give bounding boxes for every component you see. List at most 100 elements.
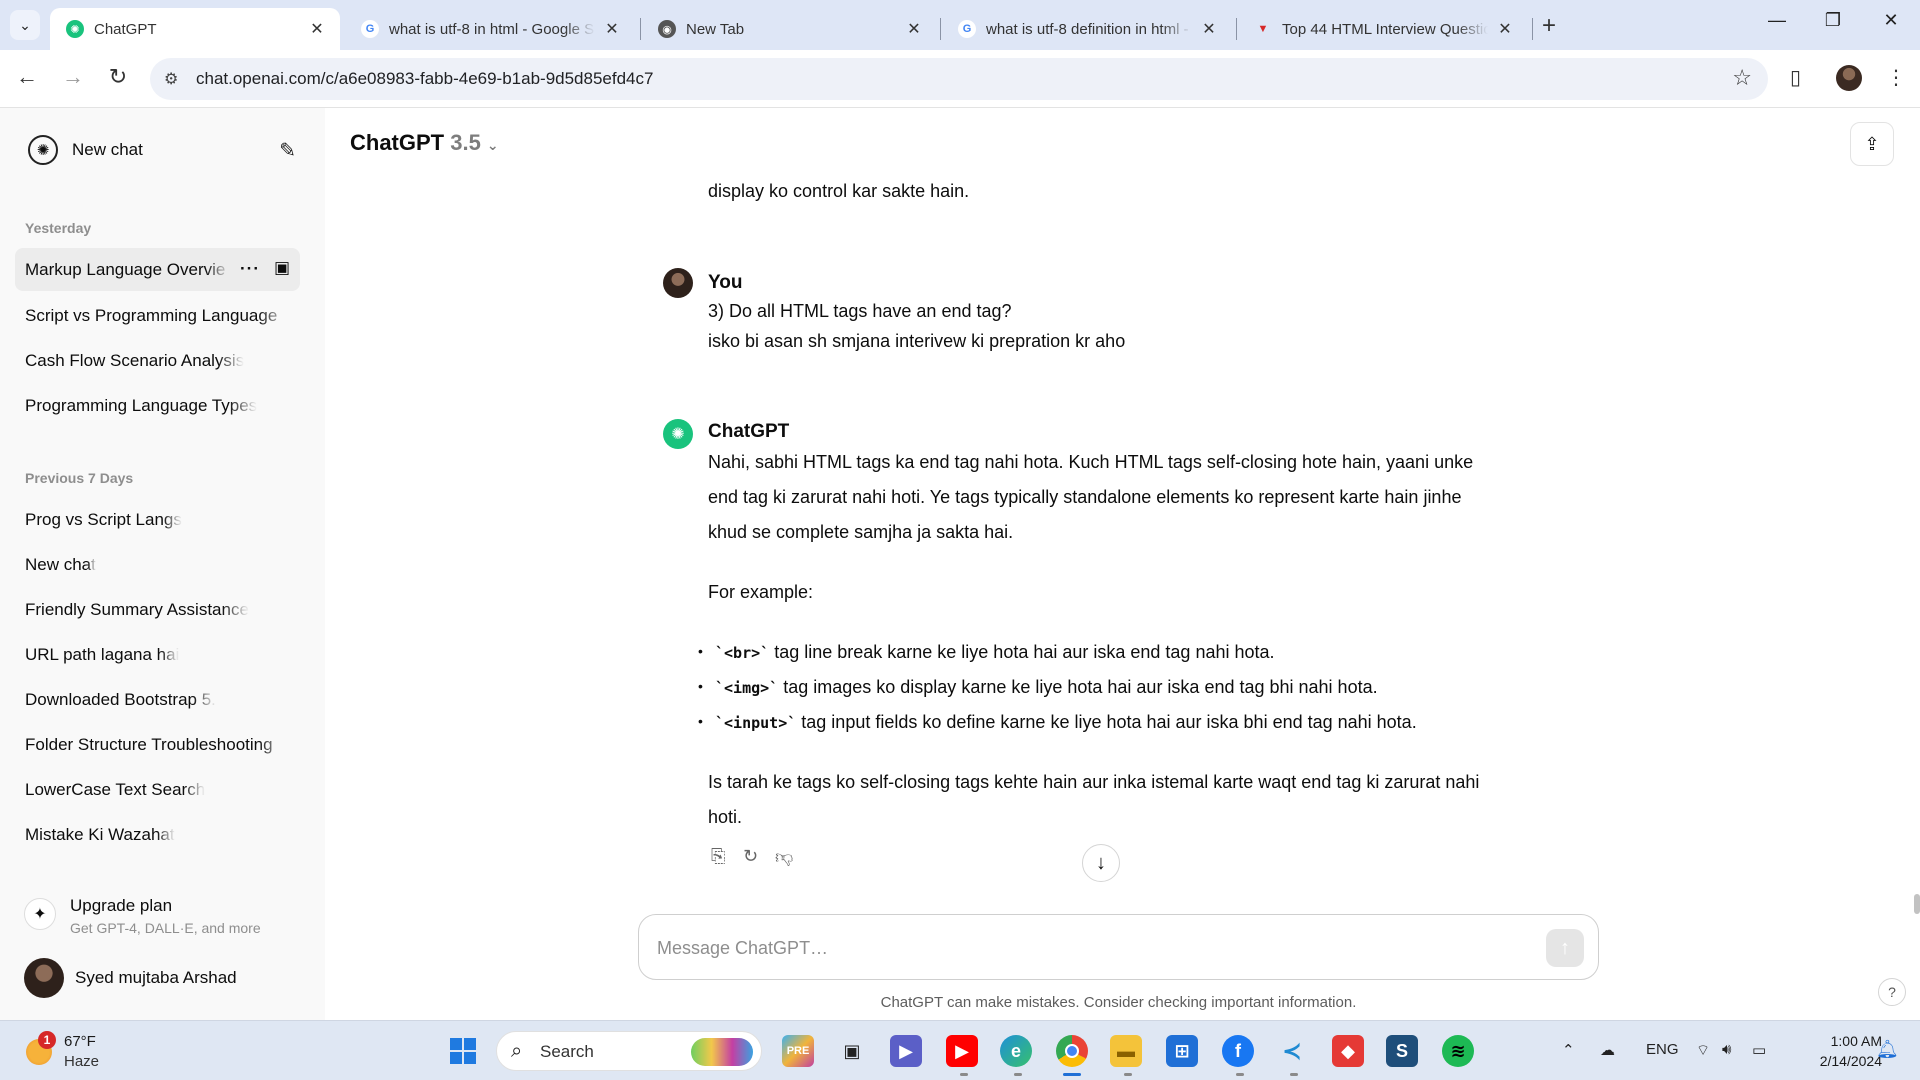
copy-icon[interactable]: ⎘ (711, 846, 725, 867)
assistant-text-line: khud se complete samjha ja sakta hai. (708, 522, 1014, 542)
assistant-text-line: Nahi, sabhi HTML tags ka end tag nahi ho… (708, 452, 1474, 472)
chat-item-label: LowerCase Text Search (25, 779, 206, 799)
address-bar[interactable]: ⚙ chat.openai.com/c/a6e08983-fabb-4e69-b… (150, 58, 1768, 100)
tab-separator (640, 18, 641, 40)
battery-icon[interactable]: ▭ (1752, 1041, 1766, 1059)
chat-item-new-chat[interactable]: New chat (15, 543, 300, 586)
chat-item-lowercase-search[interactable]: LowerCase Text Search (15, 768, 300, 811)
more-options-icon[interactable]: ··· (240, 259, 260, 279)
vscode-icon[interactable]: ≺ (1276, 1035, 1308, 1067)
language-indicator[interactable]: ENG (1646, 1041, 1679, 1058)
tab-separator (1236, 18, 1237, 40)
inline-code: `<img>` (715, 679, 779, 697)
archive-icon[interactable]: ▣ (274, 258, 290, 278)
site-settings-icon[interactable]: ⚙ (164, 69, 178, 89)
profile-avatar[interactable] (1836, 65, 1862, 91)
thumbs-down-icon[interactable]: 👎︎ (775, 846, 793, 868)
new-tab-plus-icon[interactable]: + (1542, 12, 1556, 40)
bullet-text: tag input fields ko define karne ke liye… (796, 712, 1417, 732)
close-tab-icon[interactable]: ✕ (1200, 19, 1218, 39)
scrollbar-thumb[interactable] (1914, 894, 1920, 914)
regenerate-icon[interactable]: ↻ (743, 846, 758, 867)
close-window-icon[interactable]: ✕ (1876, 10, 1906, 31)
tab-chatgpt[interactable]: ✺ ChatGPT ✕ (50, 8, 340, 50)
copilot-icon[interactable]: PRE (782, 1035, 814, 1067)
reload-icon[interactable]: ↻ (103, 64, 133, 90)
new-chat-button[interactable]: ✺ New chat ✎ (14, 128, 304, 172)
microsoft-store-icon[interactable]: ⊞ (1166, 1035, 1198, 1067)
inline-code: `<br>` (715, 644, 770, 662)
task-view-icon[interactable]: ▣ (836, 1035, 868, 1067)
restore-icon[interactable]: ❐ (1818, 10, 1848, 31)
chat-item-prog-vs-script[interactable]: Prog vs Script Langs (15, 498, 300, 541)
url-text[interactable]: chat.openai.com/c/a6e08983-fabb-4e69-b1a… (196, 69, 653, 89)
tab-search-button[interactable]: ⌄ (10, 10, 40, 40)
start-button[interactable] (447, 1035, 479, 1067)
share-button[interactable]: ⇪ (1850, 122, 1894, 166)
tab-google-utf8[interactable]: G what is utf-8 in html - Google S ✕ (345, 8, 635, 50)
teams-icon[interactable]: ▶ (890, 1035, 922, 1067)
bullet-item: `<br>` tag line break karne ke liye hota… (715, 635, 1275, 671)
anydesk-icon[interactable]: ◆ (1332, 1035, 1364, 1067)
bookmark-star-icon[interactable]: ☆ (1732, 65, 1752, 91)
close-tab-icon[interactable]: ✕ (1496, 19, 1514, 39)
youtube-icon[interactable]: ▶ (946, 1035, 978, 1067)
chat-item-script-vs-programming[interactable]: Script vs Programming Language (15, 294, 300, 337)
show-hidden-icons-chevron-icon[interactable]: ⌃ (1562, 1041, 1575, 1059)
chat-item-cash-flow[interactable]: Cash Flow Scenario Analysis (15, 339, 300, 382)
clock-date: 2/14/2024 (1819, 1053, 1882, 1069)
facebook-icon[interactable]: f (1222, 1035, 1254, 1067)
close-tab-icon[interactable]: ✕ (308, 19, 326, 39)
message-input[interactable] (657, 933, 1517, 963)
help-button[interactable]: ? (1878, 978, 1906, 1006)
tab-new-tab[interactable]: ◉ New Tab ✕ (642, 8, 937, 50)
section-heading-yesterday: Yesterday (25, 220, 92, 236)
user-name: Syed mujtaba Arshad (75, 968, 237, 987)
weather-widget[interactable]: 1 67°F Haze (22, 1031, 162, 1073)
close-tab-icon[interactable]: ✕ (603, 19, 621, 39)
chrome-icon[interactable] (1056, 1035, 1088, 1067)
taskbar-search[interactable]: ⌕ Search (496, 1031, 762, 1071)
chat-item-bootstrap[interactable]: Downloaded Bootstrap 5. (15, 678, 300, 721)
sublime-icon[interactable]: S (1386, 1035, 1418, 1067)
wifi-icon[interactable]: ⌔ (1696, 1041, 1710, 1060)
chat-item-markup-language[interactable]: Markup Language Overvie ··· ▣ (15, 248, 300, 291)
minimize-icon[interactable]: — (1762, 10, 1792, 31)
edge-icon[interactable]: e (1000, 1035, 1032, 1067)
spotify-icon[interactable]: ≋ (1442, 1035, 1474, 1067)
chat-item-folder-structure[interactable]: Folder Structure Troubleshooting (15, 723, 300, 766)
upgrade-title: Upgrade plan (70, 896, 173, 915)
chat-item-mistake-wazahat[interactable]: Mistake Ki Wazahat (15, 813, 300, 856)
side-panel-icon[interactable]: ▯ (1790, 65, 1801, 90)
upgrade-plan-button[interactable]: ✦ Upgrade plan Get GPT-4, DALL·E, and mo… (14, 888, 304, 944)
tab-google-utf8-definition[interactable]: G what is utf-8 definition in html - ✕ (942, 8, 1232, 50)
back-arrow-icon[interactable]: ← (12, 64, 42, 90)
send-button[interactable]: ↑ (1546, 929, 1584, 967)
chat-item-programming-language-types[interactable]: Programming Language Types (15, 384, 300, 427)
disclaimer-text: ChatGPT can make mistakes. Consider chec… (880, 994, 1357, 1011)
chat-item-url-path[interactable]: URL path lagana hai (15, 633, 300, 676)
model-selector[interactable]: ChatGPT 3.5 ⌄ (350, 130, 499, 156)
user-message-line: 3) Do all HTML tags have an end tag? (708, 301, 1012, 321)
red-v-favicon-icon: ▼ (1257, 23, 1269, 35)
chat-item-friendly-summary[interactable]: Friendly Summary Assistance (15, 588, 300, 631)
search-highlight-art (691, 1038, 753, 1066)
forward-arrow-icon[interactable]: → (58, 64, 88, 90)
volume-icon[interactable]: 🔊︎ (1722, 1041, 1731, 1058)
compose-icon[interactable]: ✎ (279, 138, 296, 163)
weather-condition: Haze (64, 1053, 100, 1070)
more-menu-icon[interactable]: ⋮ (1886, 65, 1906, 90)
onedrive-icon[interactable]: ☁ (1600, 1041, 1615, 1059)
file-explorer-icon[interactable]: ▬ (1110, 1035, 1142, 1067)
tab-html-interview[interactable]: ▼ Top 44 HTML Interview Questio ✕ (1238, 8, 1528, 50)
scroll-to-bottom-button[interactable]: ↓ (1082, 844, 1120, 882)
notification-bell-icon[interactable]: 🔔︎ (1876, 1039, 1899, 1060)
system-clock[interactable]: 1:00 AM 2/14/2024 (1796, 1031, 1882, 1071)
bullet-text: tag images ko display karne ke liye hota… (778, 677, 1378, 697)
user-menu-button[interactable]: Syed mujtaba Arshad (14, 954, 304, 1004)
assistant-outro: Is tarah ke tags ko self-closing tags ke… (708, 765, 1479, 835)
tab-title: New Tab (686, 20, 745, 38)
assistant-text-line: hoti. (708, 807, 743, 827)
chatgpt-favicon-icon: ✺ (66, 20, 84, 38)
close-tab-icon[interactable]: ✕ (905, 19, 923, 39)
